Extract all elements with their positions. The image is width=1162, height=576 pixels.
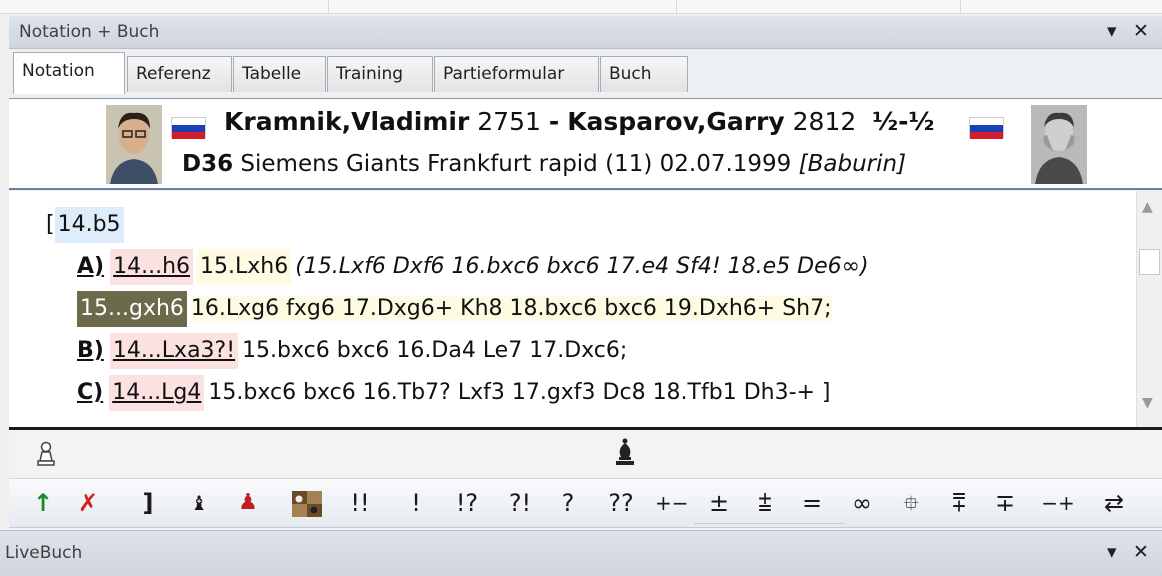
notation-scrollbar[interactable]: ▲ ▼ [1136, 191, 1162, 427]
variation-a-line2-cont[interactable]: 16.Lxg6 fxg6 17.Dxg6+ Kh8 18.bxc6 bxc6 1… [190, 296, 832, 321]
symbol-equal[interactable]: = [800, 485, 824, 521]
eco-code: D36 [182, 151, 234, 177]
black-player-name[interactable]: Kasparov,Garry [567, 107, 785, 136]
symbol-interesting[interactable]: !? [451, 485, 483, 521]
livebuch-title: LiveBuch [5, 543, 83, 563]
black-player-elo: 2812 [792, 107, 857, 136]
symbol-dubious[interactable]: ?! [505, 485, 535, 521]
symbol-blunder[interactable]: ?? [604, 485, 638, 521]
variation-a-subline[interactable]: (15.Lxf6 Dxf6 16.bxc6 bxc6 17.e4 Sf4! 18… [295, 254, 868, 279]
move-main[interactable]: 14.b5 [54, 207, 124, 243]
panel-title: Notation + Buch [19, 22, 160, 42]
delete-variation-icon[interactable]: ✗ [73, 485, 103, 521]
variation-b-move[interactable]: 14...Lxa3?! [109, 333, 239, 369]
scroll-down-icon[interactable]: ▼ [1142, 395, 1153, 411]
symbol-black-better[interactable]: ∓ [993, 485, 1017, 521]
variation-b-cont[interactable]: 15.bxc6 bxc6 16.Da4 Le7 17.Dxc6; [242, 338, 627, 363]
variation-a-line: A) 14...h6 15.Lxh6 (15.Lxf6 Dxf6 16.bxc6 bx… [77, 249, 869, 285]
variation-a-line2: 15...gxh6 16.Lxg6 fxg6 17.Dxg6+ Kh8 18.bx… [77, 291, 832, 327]
symbol-counterplay[interactable]: ⇄ [1099, 485, 1129, 521]
symbol-white-winning[interactable]: +− [655, 485, 689, 521]
white-player-elo: 2751 [477, 107, 541, 136]
black-bishop-icon[interactable] [613, 438, 637, 468]
scroll-thumb[interactable] [1139, 249, 1160, 275]
symbol-white-better[interactable]: ± [707, 485, 731, 521]
white-pawn-icon[interactable] [35, 440, 57, 468]
white-player-avatar [106, 105, 162, 184]
strip-separator [328, 0, 329, 14]
players-separator: - [548, 107, 560, 136]
main-line: [14.b5 [46, 207, 128, 243]
close-icon[interactable]: ✕ [1133, 20, 1149, 42]
livebuch-pin-dropdown-icon[interactable]: ▾ [1107, 541, 1117, 563]
scroll-up-icon[interactable]: ▲ [1142, 199, 1153, 215]
white-move-icon[interactable]: ♝ [187, 485, 211, 521]
open-bracket: [ [46, 212, 55, 237]
black-flag-icon [969, 117, 1004, 139]
promote-variation-icon[interactable]: ↑ [33, 485, 53, 521]
tab-buch[interactable]: Buch [600, 56, 688, 92]
toolbar-resize-grip[interactable] [695, 523, 845, 526]
game-header: Kramnik,Vladimir 2751 - Kasparov,Garry 2… [9, 98, 1162, 190]
white-player-name[interactable]: Kramnik,Vladimir [224, 107, 469, 136]
variation-b-label[interactable]: B) [77, 338, 104, 363]
symbol-mistake[interactable]: ? [557, 485, 579, 521]
annotation-toolbar: ↑ ✗ ] ♝ ♟ !! ! !? ?! ? ?? +− ± ⩲ = ∞ ⯐ ⩱… [9, 478, 1162, 528]
variation-a-cont[interactable]: 15.Lxh6 [197, 249, 292, 285]
game-result: ½-½ [872, 107, 935, 136]
white-flag-icon [171, 117, 206, 139]
variation-c-cont[interactable]: 15.bxc6 bxc6 16.Tb7? Lxf3 17.gxf3 Dc8 18… [208, 380, 830, 405]
event-details: Siemens Giants Frankfurt rapid (11) 02.0… [240, 151, 792, 177]
tab-notation[interactable]: Notation [13, 52, 125, 94]
symbol-good[interactable]: ! [407, 485, 425, 521]
symbol-black-slightly-better[interactable]: ⩱ [947, 485, 971, 521]
livebuch-title-bar: LiveBuch ▾ ✕ [0, 530, 1162, 576]
variation-c-line: C) 14...Lg4 15.bxc6 bxc6 16.Tb7? Lxf3 17.g… [77, 375, 831, 411]
symbol-compensation[interactable]: ⯐ [897, 485, 925, 521]
current-move[interactable]: 15...gxh6 [77, 291, 187, 327]
symbol-unclear[interactable]: ∞ [849, 485, 875, 521]
board-diagram-icon[interactable] [292, 491, 322, 517]
red-piece-icon[interactable]: ♟ [235, 485, 261, 521]
tab-training[interactable]: Training [327, 56, 433, 92]
notation-pane: [14.b5 A) 14...h6 15.Lxh6 (15.Lxf6 Dxf6 16.… [9, 191, 1162, 427]
players-line: Kramnik,Vladimir 2751 - Kasparov,Garry 2… [224, 107, 934, 136]
tab-strip: Notation Referenz Tabelle Training Parti… [9, 50, 1162, 98]
tab-referenz[interactable]: Referenz [127, 56, 232, 92]
annotator: [Baburin] [798, 151, 907, 177]
pin-dropdown-icon[interactable]: ▾ [1107, 20, 1117, 42]
variation-a-label[interactable]: A) [77, 254, 104, 279]
event-line: D36 Siemens Giants Frankfurt rapid (11) … [182, 151, 906, 177]
symbol-black-winning[interactable]: −+ [1041, 485, 1075, 521]
variation-a-move[interactable]: 14...h6 [110, 249, 194, 285]
livebuch-close-icon[interactable]: ✕ [1133, 541, 1149, 563]
black-player-avatar [1031, 105, 1087, 184]
strip-separator [960, 0, 961, 14]
strip-separator [676, 0, 677, 14]
variation-c-move[interactable]: 14...Lg4 [109, 375, 205, 411]
close-bracket-icon[interactable]: ] [139, 485, 157, 521]
top-strip [0, 0, 1162, 14]
symbol-brilliant[interactable]: !! [345, 485, 375, 521]
tab-tabelle[interactable]: Tabelle [233, 56, 326, 92]
piece-bar [9, 430, 1162, 478]
tab-partieformular[interactable]: Partieformular [434, 56, 599, 92]
panel-title-bar: Notation + Buch ▾ ✕ [9, 16, 1162, 49]
variation-c-label[interactable]: C) [77, 380, 103, 405]
symbol-white-slightly-better[interactable]: ⩲ [753, 485, 777, 521]
variation-b-line: B) 14...Lxa3?! 15.bxc6 bxc6 16.Da4 Le7 17.… [77, 333, 627, 369]
